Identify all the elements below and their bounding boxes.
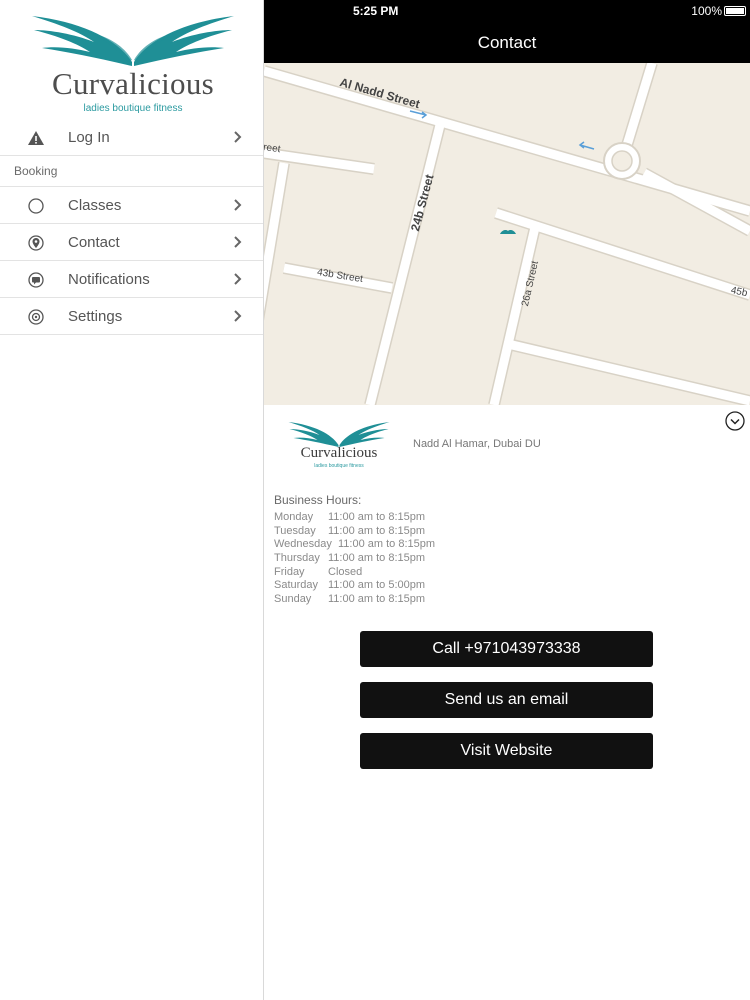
email-button[interactable]: Send us an email bbox=[360, 682, 653, 718]
hours-time: Closed bbox=[328, 565, 363, 578]
circle-icon bbox=[28, 198, 44, 214]
hours-day: Thursday bbox=[274, 552, 320, 565]
contact-logo: Curvalicious ladies boutique fitness bbox=[286, 419, 392, 471]
hours-day: Monday bbox=[274, 511, 314, 523]
battery-icon bbox=[724, 6, 746, 16]
sidebar-item-label: Notifications bbox=[68, 271, 150, 288]
sidebar-menu-top: Log In bbox=[0, 119, 263, 156]
hours-time: 11:00 am to 5:00pm bbox=[328, 579, 426, 592]
hours-day: Tuesday bbox=[274, 524, 316, 537]
chevron-right-icon bbox=[234, 131, 242, 143]
hours-time: 11:00 am to 8:15pm bbox=[328, 552, 426, 565]
nav-bar: 5:25 PM 100% Contact bbox=[264, 0, 750, 63]
sidebar-item-label: Settings bbox=[68, 308, 123, 325]
brand-name: Curvalicious bbox=[51, 66, 215, 101]
hours-time: 11:00 am to 8:15pm bbox=[328, 511, 426, 523]
brand-logo: Curvalicious ladies boutique fitness bbox=[28, 10, 238, 114]
hours-time: 11:00 am to 8:15pm bbox=[328, 593, 426, 606]
hours-day: Wednesday bbox=[274, 538, 332, 551]
sidebar-item-settings[interactable]: Settings bbox=[0, 298, 263, 335]
wings-logo-icon bbox=[32, 16, 234, 66]
battery-percent: 100% bbox=[691, 4, 722, 18]
chevron-right-icon bbox=[234, 236, 242, 248]
page-title: Contact bbox=[477, 33, 537, 52]
app-root: Curvalicious ladies boutique fitness Log… bbox=[0, 0, 750, 1000]
chevron-right-icon bbox=[234, 199, 242, 211]
location-pin-icon bbox=[28, 235, 44, 251]
address-text: Nadd Al Hamar, Dubai DU bbox=[413, 438, 541, 450]
collapse-chevron-icon[interactable] bbox=[725, 411, 745, 431]
business-hours-title: Business Hours: bbox=[274, 493, 362, 507]
map-marker-icon[interactable] bbox=[500, 230, 516, 234]
sidebar-item-label: Classes bbox=[68, 197, 122, 214]
map-view[interactable]: Al Nadd Street 24b Street 43b Street 26a… bbox=[264, 63, 750, 405]
section-label-booking: Booking bbox=[14, 164, 58, 178]
chevron-right-icon bbox=[234, 273, 242, 285]
sidebar-item-label: Contact bbox=[68, 234, 120, 251]
map-roads bbox=[264, 63, 750, 405]
message-icon bbox=[28, 272, 44, 288]
map-street-label: reet bbox=[264, 142, 282, 156]
hours-time: 11:00 am to 8:15pm bbox=[328, 524, 426, 537]
gear-icon bbox=[28, 309, 44, 325]
sidebar-item-log-in[interactable]: Log In bbox=[0, 119, 263, 156]
sidebar-item-classes[interactable]: Classes bbox=[0, 187, 263, 224]
call-button[interactable]: Call +971043973338 bbox=[360, 631, 653, 667]
contact-info-panel: Curvalicious ladies boutique fitness Nad… bbox=[264, 405, 750, 1000]
status-battery: 100% bbox=[691, 4, 746, 18]
contact-logo-tagline: ladies boutique fitness bbox=[314, 463, 364, 469]
chevron-right-icon bbox=[234, 310, 242, 322]
sidebar: Curvalicious ladies boutique fitness Log… bbox=[0, 0, 264, 1000]
sidebar-item-notifications[interactable]: Notifications bbox=[0, 261, 263, 298]
status-time: 5:25 PM bbox=[353, 4, 399, 18]
brand-tagline: ladies boutique fitness bbox=[83, 103, 183, 114]
visit-website-button[interactable]: Visit Website bbox=[360, 733, 653, 769]
hours-day: Sunday bbox=[274, 593, 312, 606]
sidebar-menu-booking: Classes Contact Notifications Settings bbox=[0, 186, 263, 335]
main-panel: 5:25 PM 100% Contact Al Nadd Street 24b … bbox=[264, 0, 750, 1000]
sidebar-item-contact[interactable]: Contact bbox=[0, 224, 263, 261]
hours-day: Friday bbox=[274, 565, 305, 578]
hours-day: Saturday bbox=[274, 579, 319, 592]
contact-logo-name: Curvalicious bbox=[300, 445, 378, 461]
warning-icon bbox=[28, 131, 44, 145]
hours-time: 11:00 am to 8:15pm bbox=[338, 538, 436, 551]
sidebar-item-label: Log In bbox=[68, 129, 110, 146]
